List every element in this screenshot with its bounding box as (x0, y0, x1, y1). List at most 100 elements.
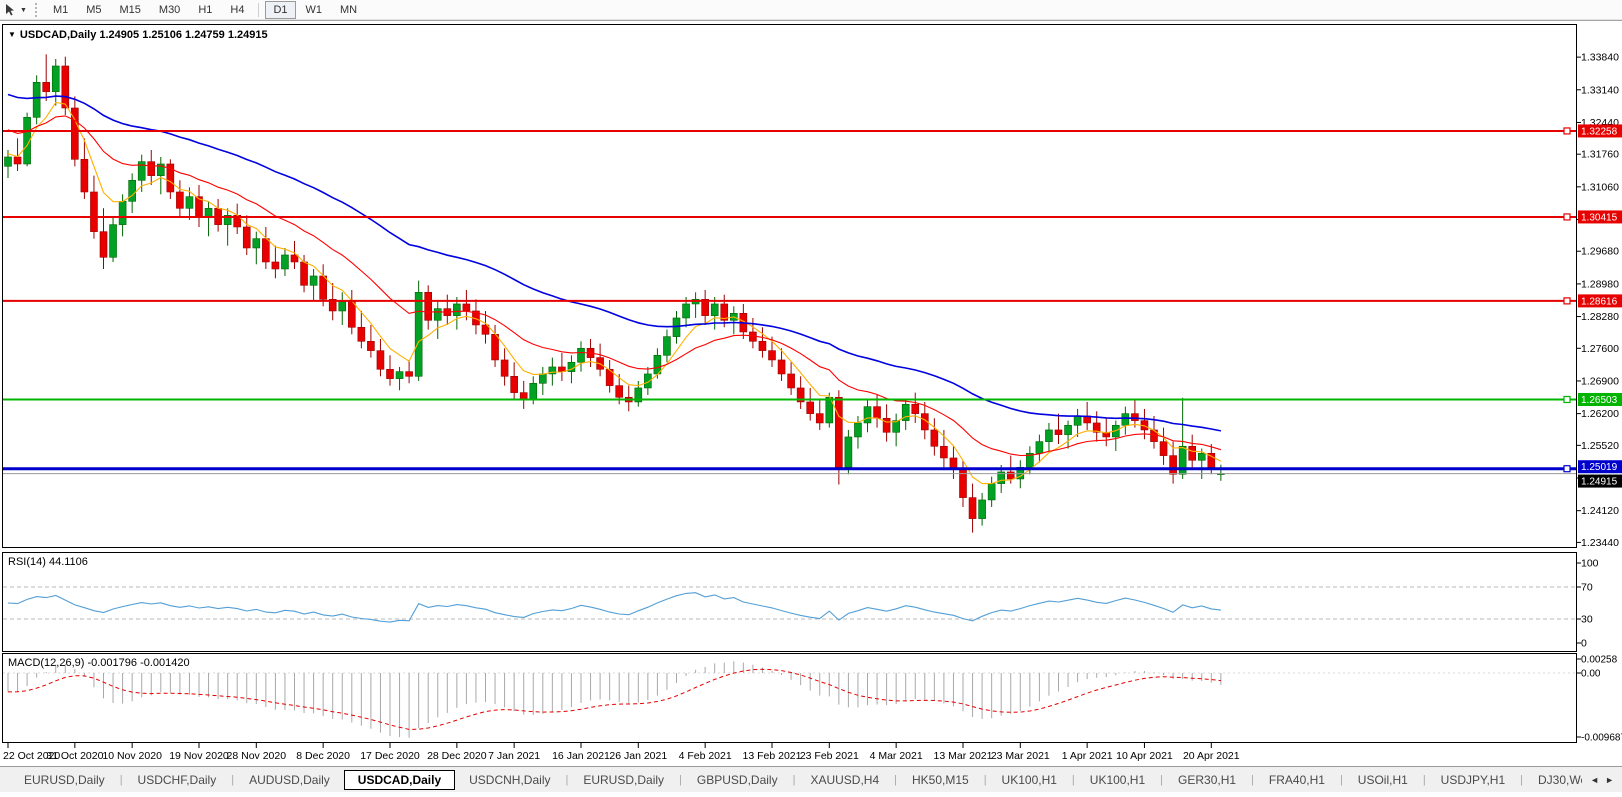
date-tick-label: 19 Nov 2020 (169, 750, 229, 762)
rsi-tick-label: 70 (1581, 582, 1593, 594)
toolbar-grip[interactable] (34, 3, 40, 17)
timeframe-m15-button[interactable]: M15 (112, 1, 149, 19)
timeframe-m1-button[interactable]: M1 (45, 1, 76, 19)
tab-gbpusd-daily[interactable]: GBPUSD,Daily (683, 770, 792, 790)
tab-uk100-h1[interactable]: UK100,H1 (988, 770, 1071, 790)
tab-usdjpy-h1[interactable]: USDJPY,H1 (1427, 770, 1519, 790)
tab-uk100-h1[interactable]: UK100,H1 (1076, 770, 1159, 790)
tab-usdcnh-daily[interactable]: USDCNH,Daily (455, 770, 564, 790)
tab-audusd-daily[interactable]: AUDUSD,Daily (235, 770, 344, 790)
price-tick-label: 1.25520 (1581, 440, 1619, 452)
chevron-down-icon: ▼ (20, 6, 27, 14)
tab-xauusd-h4[interactable]: XAUUSD,H4 (796, 770, 893, 790)
candle-body (1006, 471, 1015, 480)
tab-hk50-m15[interactable]: HK50,M15 (898, 770, 983, 790)
price-tick-label: 1.28280 (1581, 311, 1619, 323)
rsi-tick-label: 100 (1581, 558, 1599, 570)
candle-body (109, 224, 117, 258)
timeframe-m30-button[interactable]: M30 (151, 1, 188, 19)
candle-body (758, 340, 767, 351)
price-badge-label: 1.26503 (1581, 395, 1618, 406)
candle-body (491, 333, 499, 361)
candle-body (1054, 429, 1063, 435)
timeframe-h1-button[interactable]: H1 (190, 1, 220, 19)
timeframe-h4-button[interactable]: H4 (222, 1, 252, 19)
tab-ger30-h1[interactable]: GER30,H1 (1164, 770, 1250, 790)
chart-cursor-dropdown[interactable]: ▼ (0, 2, 31, 18)
candle-body (1188, 445, 1196, 461)
timeframe-d1-button[interactable]: D1 (265, 1, 296, 19)
hline-handle[interactable] (1563, 213, 1571, 221)
candle-body (300, 261, 308, 286)
candle-body (510, 375, 518, 393)
candle-body (710, 303, 719, 316)
candle-body (319, 275, 327, 300)
chart-title[interactable]: ▼ USDCAD,Daily 1.24905 1.25106 1.24759 1.… (8, 29, 268, 41)
chart-cursor-icon (6, 4, 14, 16)
candle-body (844, 436, 853, 468)
scroll-right-icon[interactable]: ► (1605, 775, 1614, 785)
tab-usdcad-daily[interactable]: USDCAD,Daily (343, 769, 456, 790)
rsi-frame (2, 552, 1577, 652)
time-axis: 22 Oct 202031 Oct 202010 Nov 2020 19 Nov … (3, 743, 1240, 762)
tab-eurusd-daily[interactable]: EURUSD,Daily (569, 770, 678, 790)
candle-body (940, 445, 948, 459)
tab-eurusd-daily[interactable]: EURUSD,Daily (10, 770, 119, 790)
candle-body (815, 413, 824, 424)
hline-handle[interactable] (1563, 395, 1571, 404)
date-tick-label: 8 Dec 2020 (296, 750, 350, 762)
price-tick-label: 1.27600 (1581, 343, 1619, 355)
chart-title-text: USDCAD,Daily 1.24905 1.25106 1.24759 1.2… (19, 29, 268, 41)
candle-body (395, 371, 404, 379)
macd-indicator-label: MACD(12,26,9) -0.001796 -0.001420 (8, 657, 190, 669)
candle-body (1045, 429, 1053, 442)
macd-tick-label: 0.00258 (1581, 655, 1618, 666)
price-tick-label: 1.31760 (1581, 149, 1619, 161)
price-badge-label: 1.32258 (1581, 126, 1618, 137)
candle-body (672, 317, 681, 337)
candle-body (4, 156, 12, 167)
hline-handle[interactable] (1563, 127, 1571, 135)
trading-app-window: ▼ M1 M5 M15 M30 H1 H4 D1 W1 MN ▼ USDCAD,Daily 1.2… (0, 0, 1622, 797)
candle-body (500, 359, 509, 377)
price-badge-label: 1.25019 (1581, 462, 1618, 473)
timeframe-m5-button[interactable]: M5 (78, 1, 109, 19)
date-tick-label: 23 Feb 2021 (800, 750, 859, 762)
candle-body (968, 497, 977, 519)
tab-fra40-h1[interactable]: FRA40,H1 (1255, 770, 1339, 790)
candle-body (873, 406, 881, 419)
chart-tabs: EURUSD,Daily | USDCHF,Daily | AUDUSD,Daily US… (0, 767, 1582, 792)
candle-body (281, 254, 289, 270)
rsi-tick-label: 0 (1581, 638, 1587, 650)
timeframe-w1-button[interactable]: W1 (298, 1, 331, 19)
rsi-indicator-label: RSI(14) 44.1106 (8, 556, 88, 568)
date-tick-label: 4 Feb 2021 (679, 750, 732, 762)
candle-body (682, 303, 690, 319)
date-tick-label: 10 Nov 2020 (102, 750, 162, 762)
timeframe-mn-button[interactable]: MN (332, 1, 365, 19)
candle-body (252, 238, 261, 249)
candle-body (768, 350, 776, 361)
date-tick-label: 23 Mar 2021 (991, 750, 1050, 762)
price-tick-label: 1.26200 (1581, 408, 1619, 420)
candle-body (271, 261, 280, 270)
candle-body (61, 65, 70, 109)
candle-body (787, 373, 795, 389)
hline-handle[interactable] (1563, 465, 1571, 473)
date-tick-label: 7 Jan 2021 (488, 750, 540, 762)
candle-body (806, 401, 815, 414)
date-tick-label: 26 Jan 2021 (609, 750, 667, 762)
candle-body (32, 82, 41, 118)
current-price-label: 1.24915 (1581, 477, 1618, 488)
candle-body (663, 336, 671, 356)
tab-dj30-weekly[interactable]: DJ30,Weekly (1524, 770, 1582, 790)
candle-body (309, 275, 318, 286)
candle-body (386, 368, 394, 379)
hline-handle[interactable] (1563, 297, 1571, 305)
candle-body (1064, 424, 1072, 435)
price-badge-label: 1.28616 (1581, 296, 1618, 307)
candle-body (51, 65, 60, 92)
scroll-left-icon[interactable]: ◄ (1590, 775, 1599, 785)
tab-usdchf-daily[interactable]: USDCHF,Daily (124, 770, 231, 790)
tab-usoil-h1[interactable]: USOil,H1 (1344, 770, 1422, 790)
